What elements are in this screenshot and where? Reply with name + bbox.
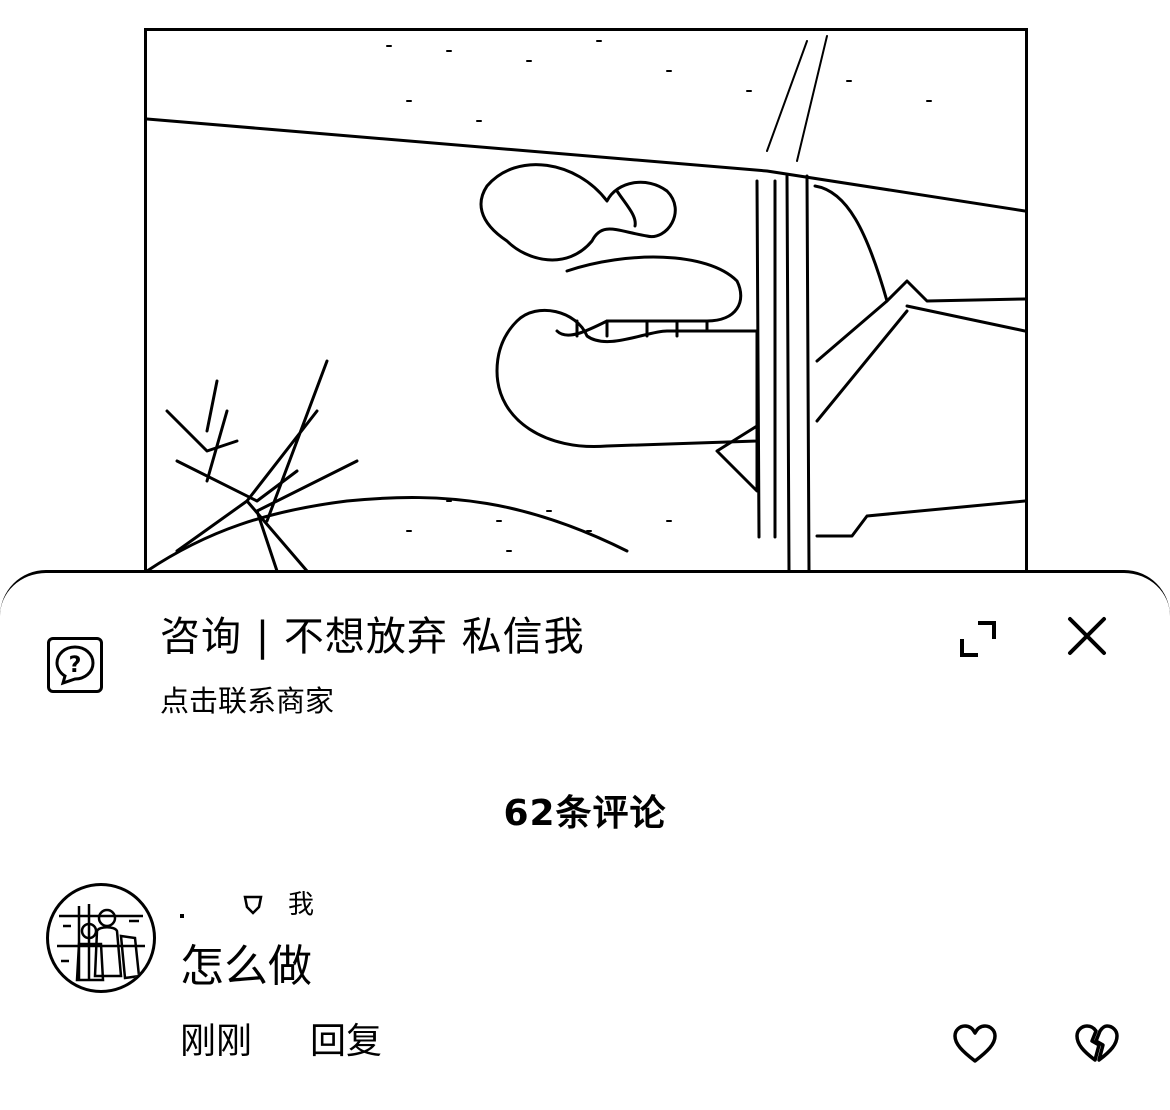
close-icon[interactable] bbox=[1064, 613, 1110, 659]
heart-icon[interactable] bbox=[952, 1023, 998, 1065]
me-label: 我 bbox=[288, 890, 315, 920]
expand-icon[interactable] bbox=[956, 617, 1000, 661]
comment-count-title: 62条评论 bbox=[503, 793, 667, 834]
comment-text[interactable]: 怎么做 bbox=[180, 937, 312, 997]
question-bubble-icon[interactable]: ? bbox=[47, 637, 103, 693]
svg-text:?: ? bbox=[69, 653, 82, 678]
comment-user-row: 我 bbox=[180, 885, 314, 925]
avatar[interactable] bbox=[46, 883, 156, 993]
reply-button[interactable]: 回复 bbox=[310, 1017, 382, 1067]
comments-sheet: ? 咨询 | 不想放弃 私信我 点击联系商家 62条评论 我 怎么做 刚刚 回复 bbox=[0, 570, 1170, 1110]
avatar-image bbox=[57, 904, 145, 982]
comment-time: 刚刚 bbox=[180, 1021, 253, 1062]
ad-subtitle[interactable]: 点击联系商家 bbox=[160, 681, 334, 721]
username-placeholder bbox=[180, 914, 184, 918]
broken-heart-icon[interactable] bbox=[1074, 1023, 1120, 1065]
video-preview-image bbox=[147, 35, 1025, 573]
badge-icon bbox=[242, 894, 264, 916]
video-preview[interactable] bbox=[144, 28, 1028, 591]
ad-title[interactable]: 咨询 | 不想放弃 私信我 bbox=[160, 609, 585, 665]
